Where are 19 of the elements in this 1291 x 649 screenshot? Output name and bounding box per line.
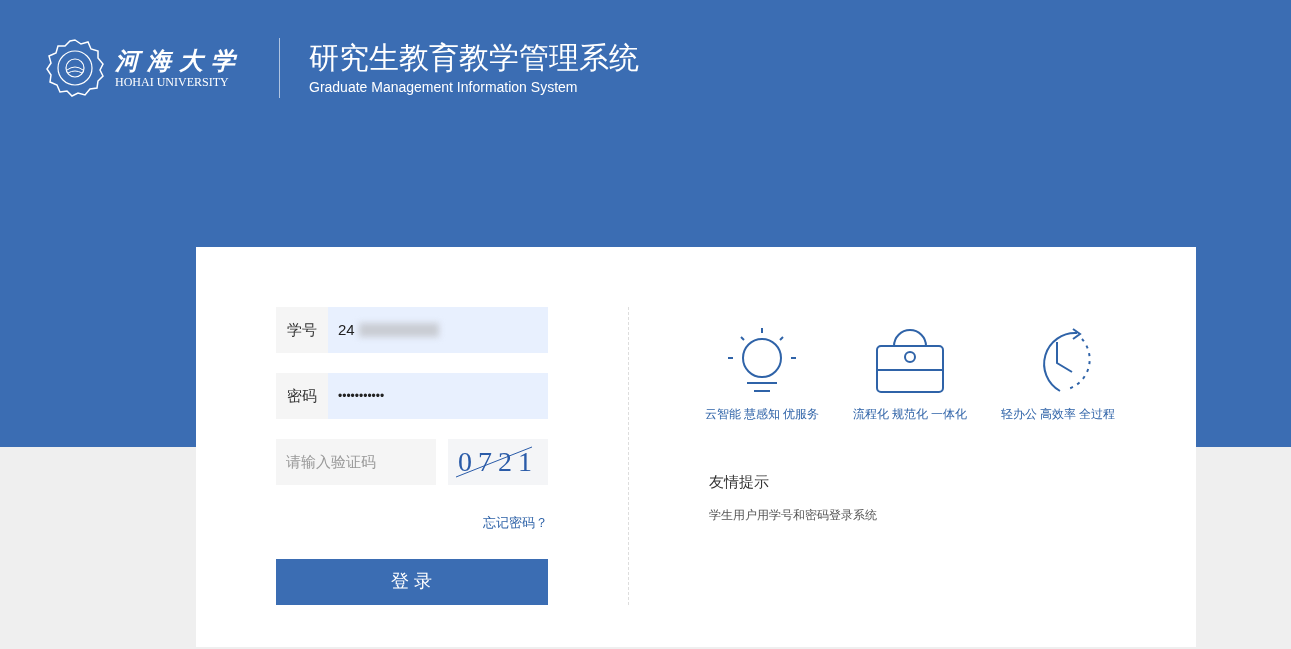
feature-caption: 轻办公 高效率 全过程 — [1000, 406, 1116, 423]
login-button[interactable]: 登 录 — [276, 558, 548, 605]
student-id-field[interactable]: 24 — [328, 307, 548, 353]
password-field[interactable]: ••••••••••• — [328, 373, 548, 419]
system-title: 研究生教育教学管理系统 — [309, 39, 639, 76]
feature-caption: 流程化 规范化 一体化 — [852, 406, 968, 423]
feature-caption: 云智能 慧感知 优服务 — [704, 406, 820, 423]
briefcase-icon — [876, 327, 944, 393]
system-subtitle: Graduate Management Information System — [309, 77, 579, 97]
notice-text: 学生用户用学号和密码登录系统 — [709, 506, 878, 524]
lightbulb-icon — [727, 327, 797, 393]
notice-title: 友情提示 — [709, 472, 770, 492]
university-name: 河海大学 — [115, 46, 243, 75]
forgot-password-link[interactable]: 忘记密码？ — [483, 513, 548, 533]
captcha-field[interactable]: 请输入验证码 — [276, 439, 436, 485]
field-label: 密码 — [276, 373, 328, 419]
field-label: 学号 — [276, 307, 328, 353]
university-seal-icon — [45, 37, 105, 98]
university-name-english: HOHAI UNIVERSITY — [115, 74, 230, 89]
